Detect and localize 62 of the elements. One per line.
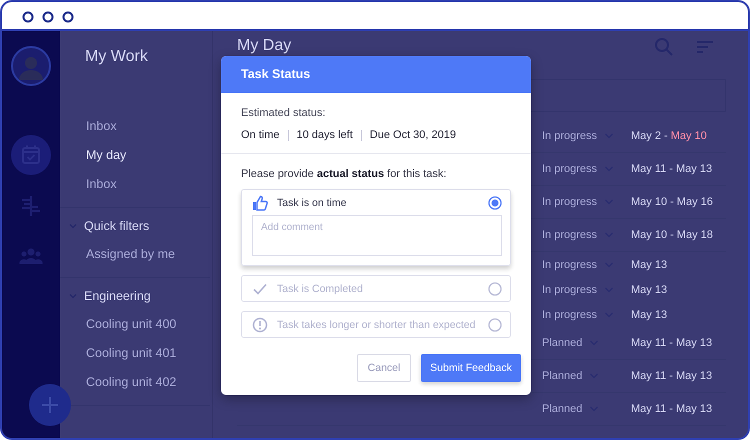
status-dropdown[interactable]: In progress [542,258,631,270]
radio-button[interactable] [488,282,502,296]
plus-icon [40,395,60,415]
date-text: May 11 - [631,337,673,349]
nav-button[interactable] [11,135,51,175]
hierarchy-icon[interactable] [19,194,43,218]
date-text: May 13 [676,163,712,175]
option-label: Task takes longer or shorter than expected [277,318,476,330]
date-text: May 16 [676,196,713,208]
status-dropdown[interactable]: Planned [542,403,631,415]
date-text: May 11 - [631,370,673,382]
status-dropdown[interactable]: Planned [542,337,631,349]
date-text: May 10 - [631,229,674,241]
date-text: May 10 - [631,196,674,208]
status-dropdown[interactable]: In progress [542,308,631,320]
sidebar-item[interactable]: Assigned by me [60,240,210,269]
date-text: May 10 [670,130,707,142]
alert-icon [252,316,268,332]
cancel-button[interactable]: Cancel [357,354,411,382]
dialog-title: Task Status [221,56,531,93]
radio-button[interactable] [488,318,502,332]
option-label: Task is Completed [277,282,364,294]
status-dropdown[interactable]: In progress [542,229,631,241]
status-dropdown[interactable]: In progress [542,196,631,208]
sidebar-item[interactable]: Inbox [60,170,210,199]
window-controls-icon[interactable] [22,11,74,23]
date-text: May 13 [631,258,668,270]
page-title: My Day [237,37,292,55]
sidebar-item[interactable]: Cooling unit 402 [60,368,210,397]
status-dropdown[interactable]: In progress [542,163,631,175]
estimate-text: On time [241,129,280,141]
option-label: Task is on time [277,196,348,208]
sidebar-item[interactable]: Cooling unit 401 [60,339,210,368]
date-text: May 13 [676,337,712,349]
date-text: May 13 [631,308,668,320]
date-text: May 2 - [631,130,668,142]
add-button[interactable] [29,384,71,426]
prompt-text: Please provide actual status for this task: [241,168,448,180]
group-header[interactable]: Engineering [60,282,210,310]
status-dropdown[interactable]: In progress [542,284,631,296]
estimate-label: Estimated status: [241,107,326,119]
date-text: May 13 [676,403,712,415]
status-dropdown[interactable]: In progress [542,130,631,142]
thumbs-up-icon [252,194,268,210]
radio-button[interactable] [488,196,502,210]
group-header[interactable]: Quick filters [60,212,210,240]
sidebar-item[interactable]: Cooling unit 400 [60,310,210,339]
status-dropdown[interactable]: Planned [542,370,631,382]
date-text: May 11 - [631,163,673,175]
comment-field[interactable]: Add comment [252,215,502,256]
date-text: May 11 - [631,403,673,415]
estimate-text: 10 days left [296,129,353,141]
sidebar-item[interactable]: My day [60,141,210,170]
date-text: May 13 [631,284,668,296]
date-text: May 13 [676,370,712,382]
avatar [11,46,51,86]
submit-button[interactable]: Submit Feedback [421,354,521,382]
option-card[interactable]: Task is on time Add comment [241,189,511,266]
estimate-text: Due Oct 30, 2019 [370,129,456,141]
sidebar-title: My Work [84,48,149,67]
sidebar-item[interactable]: Inbox [60,112,210,141]
date-text: May 18 [676,229,713,241]
